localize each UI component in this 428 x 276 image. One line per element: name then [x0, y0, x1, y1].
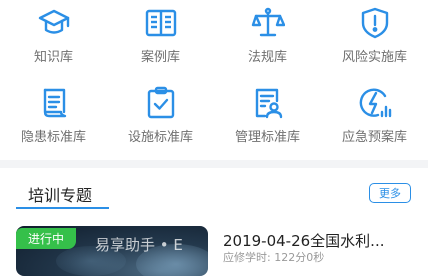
course-title[interactable]: 2019-04-26全国水利...	[223, 230, 384, 251]
scales-icon	[251, 7, 285, 37]
menu-item-regulations[interactable]: 法规库	[214, 0, 321, 80]
lightning-chart-icon	[359, 88, 391, 118]
graduation-cap-icon	[38, 9, 69, 34]
course-meta: 应修学时: 122分0秒	[223, 251, 325, 264]
open-book-icon	[145, 9, 176, 37]
document-scroll-icon	[43, 88, 66, 118]
menu-label: 设施标准库	[127, 130, 193, 145]
section-divider	[0, 160, 428, 168]
status-badge: 进行中	[16, 228, 76, 249]
title-underline	[16, 207, 109, 209]
menu-item-cases[interactable]: 案例库	[107, 0, 214, 80]
menu-item-hazard-standards[interactable]: 隐患标准库	[0, 80, 107, 160]
section-title: 培训专题	[28, 186, 93, 205]
user-document-icon	[255, 88, 282, 119]
menu-item-risk[interactable]: 风险实施库	[321, 0, 428, 80]
shield-alert-icon	[361, 7, 388, 39]
menu-item-facility-standards[interactable]: 设施标准库	[107, 80, 214, 160]
menu-label: 隐患标准库	[20, 130, 86, 145]
menu-item-management-standards[interactable]: 管理标准库	[214, 80, 321, 160]
menu-label: 风险实施库	[341, 50, 407, 65]
menu-label: 案例库	[140, 50, 180, 65]
menu-label: 知识库	[33, 50, 73, 65]
module-grid: 知识库 案例库 法规库 风险实施库 隐患标准库 设施标准库 管理标准库 应急预案…	[0, 0, 428, 160]
menu-label: 应急预案库	[341, 130, 407, 145]
clipboard-check-icon	[147, 86, 174, 119]
menu-label: 法规库	[247, 50, 287, 65]
menu-item-knowledge[interactable]: 知识库	[0, 0, 107, 80]
more-button[interactable]: 更多	[369, 183, 411, 203]
watermark-text: 易享助手 • E	[95, 236, 183, 254]
menu-item-emergency-plans[interactable]: 应急预案库	[321, 80, 428, 160]
menu-label: 管理标准库	[234, 130, 300, 145]
